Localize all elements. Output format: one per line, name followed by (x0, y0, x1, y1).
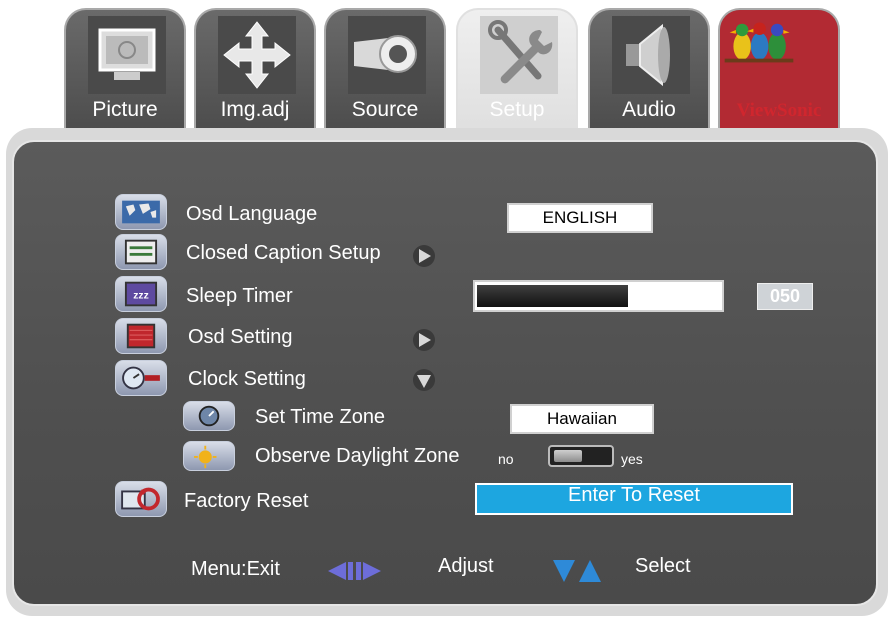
zzz-icon: zzz (115, 276, 167, 312)
osd-setting-label[interactable]: Osd Setting (188, 326, 293, 349)
daylight-label: Observe Daylight Zone (255, 445, 460, 467)
osd-icon (115, 318, 167, 354)
tab-setup[interactable]: Setup (456, 8, 578, 140)
tools-icon (480, 16, 558, 94)
world-map-icon (115, 194, 167, 230)
tab-audio-label: Audio (622, 98, 676, 121)
tab-img-adj[interactable]: Img.adj (194, 8, 316, 133)
svg-text:zzz: zzz (133, 291, 149, 302)
viewsonic-brand-text: ViewSonic (736, 100, 822, 121)
daylight-no-label: no (498, 451, 514, 467)
footer-adjust: Adjust (438, 555, 494, 577)
tab-audio[interactable]: Audio (588, 8, 710, 133)
osd-right-arrow-icon[interactable] (412, 328, 436, 352)
footer-menu-exit: Menu:Exit (191, 558, 280, 580)
sleep-timer-label: Sleep Timer (186, 285, 293, 307)
set-time-zone-label: Set Time Zone (255, 406, 386, 428)
sun-moon-icon (183, 441, 235, 471)
tab-img-adj-label: Img.adj (220, 98, 290, 121)
osd-language-label: Osd Language (186, 203, 318, 225)
footer-select: Select (635, 555, 691, 577)
daylight-yes-label: yes (621, 451, 643, 467)
closed-caption-label[interactable]: Closed Caption Setup (186, 242, 381, 265)
speaker-icon (612, 16, 690, 94)
daylight-toggle[interactable] (548, 445, 614, 467)
tab-viewsonic[interactable]: ViewSonic (718, 8, 840, 135)
left-right-arrows-icon (326, 559, 398, 583)
monitor-icon (88, 16, 166, 94)
tab-setup-label: Setup (489, 98, 545, 121)
reset-icon (115, 481, 167, 517)
up-down-arrows-icon (551, 556, 607, 584)
caption-icon (115, 234, 167, 270)
timezone-icon (183, 401, 235, 431)
sleep-timer-slider-fill (477, 285, 628, 307)
osd-language-value[interactable]: ENGLISH (507, 203, 653, 233)
clock-icon (115, 360, 167, 396)
caption-right-arrow-icon[interactable] (412, 244, 436, 268)
daylight-toggle-knob (554, 450, 582, 462)
move-arrows-icon (218, 16, 296, 94)
clock-down-arrow-icon[interactable] (412, 368, 436, 392)
tab-source[interactable]: Source (324, 8, 446, 133)
factory-reset-label: Factory Reset (184, 490, 309, 512)
connector-icon (348, 16, 426, 94)
clock-setting-label[interactable]: Clock Setting (188, 368, 306, 391)
sleep-timer-value: 050 (757, 283, 813, 310)
tab-picture[interactable]: Picture (64, 8, 186, 133)
tab-picture-label: Picture (92, 98, 158, 121)
set-time-zone-value[interactable]: Hawaiian (510, 404, 654, 434)
tab-source-label: Source (351, 98, 419, 121)
enter-to-reset-button[interactable]: Enter To Reset (475, 483, 793, 515)
sleep-timer-slider[interactable] (473, 280, 724, 312)
